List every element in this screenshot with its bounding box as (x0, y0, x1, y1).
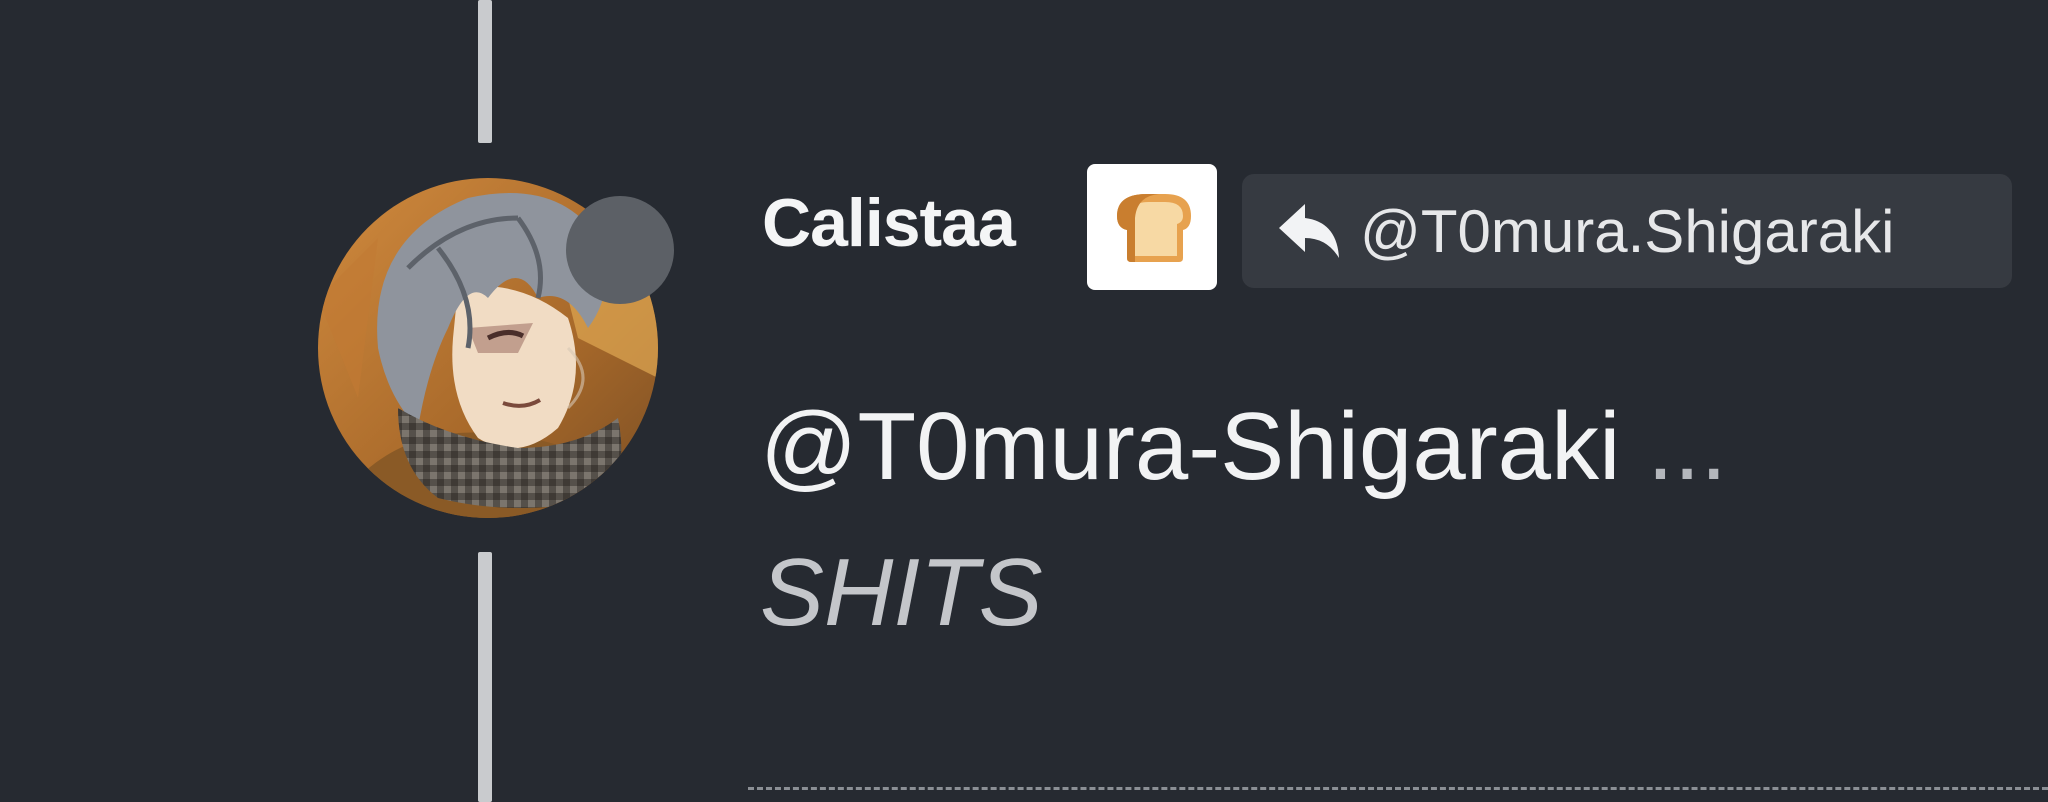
author-name[interactable]: Calistaa (762, 178, 1016, 268)
thread-line-top (478, 0, 492, 143)
thread-line-bottom (478, 552, 492, 802)
message-divider (748, 787, 2048, 790)
reply-reference[interactable]: @T0mura.Shigaraki (1242, 174, 2012, 288)
message-mention-line: @T0mura-Shigaraki ... (760, 392, 1727, 502)
reply-handle: @T0mura.Shigaraki (1360, 197, 1895, 265)
bread-icon (1087, 164, 1217, 290)
user-mention[interactable]: @T0mura-Shigaraki (760, 393, 1620, 500)
message-ellipsis: ... (1647, 393, 1728, 500)
message-text: SHITS (760, 539, 1043, 646)
status-indicator (566, 196, 674, 304)
chat-post: Calistaa @T0mura.Shigaraki @T0mura-Shiga… (0, 0, 2048, 802)
reply-arrow-icon (1272, 192, 1350, 270)
